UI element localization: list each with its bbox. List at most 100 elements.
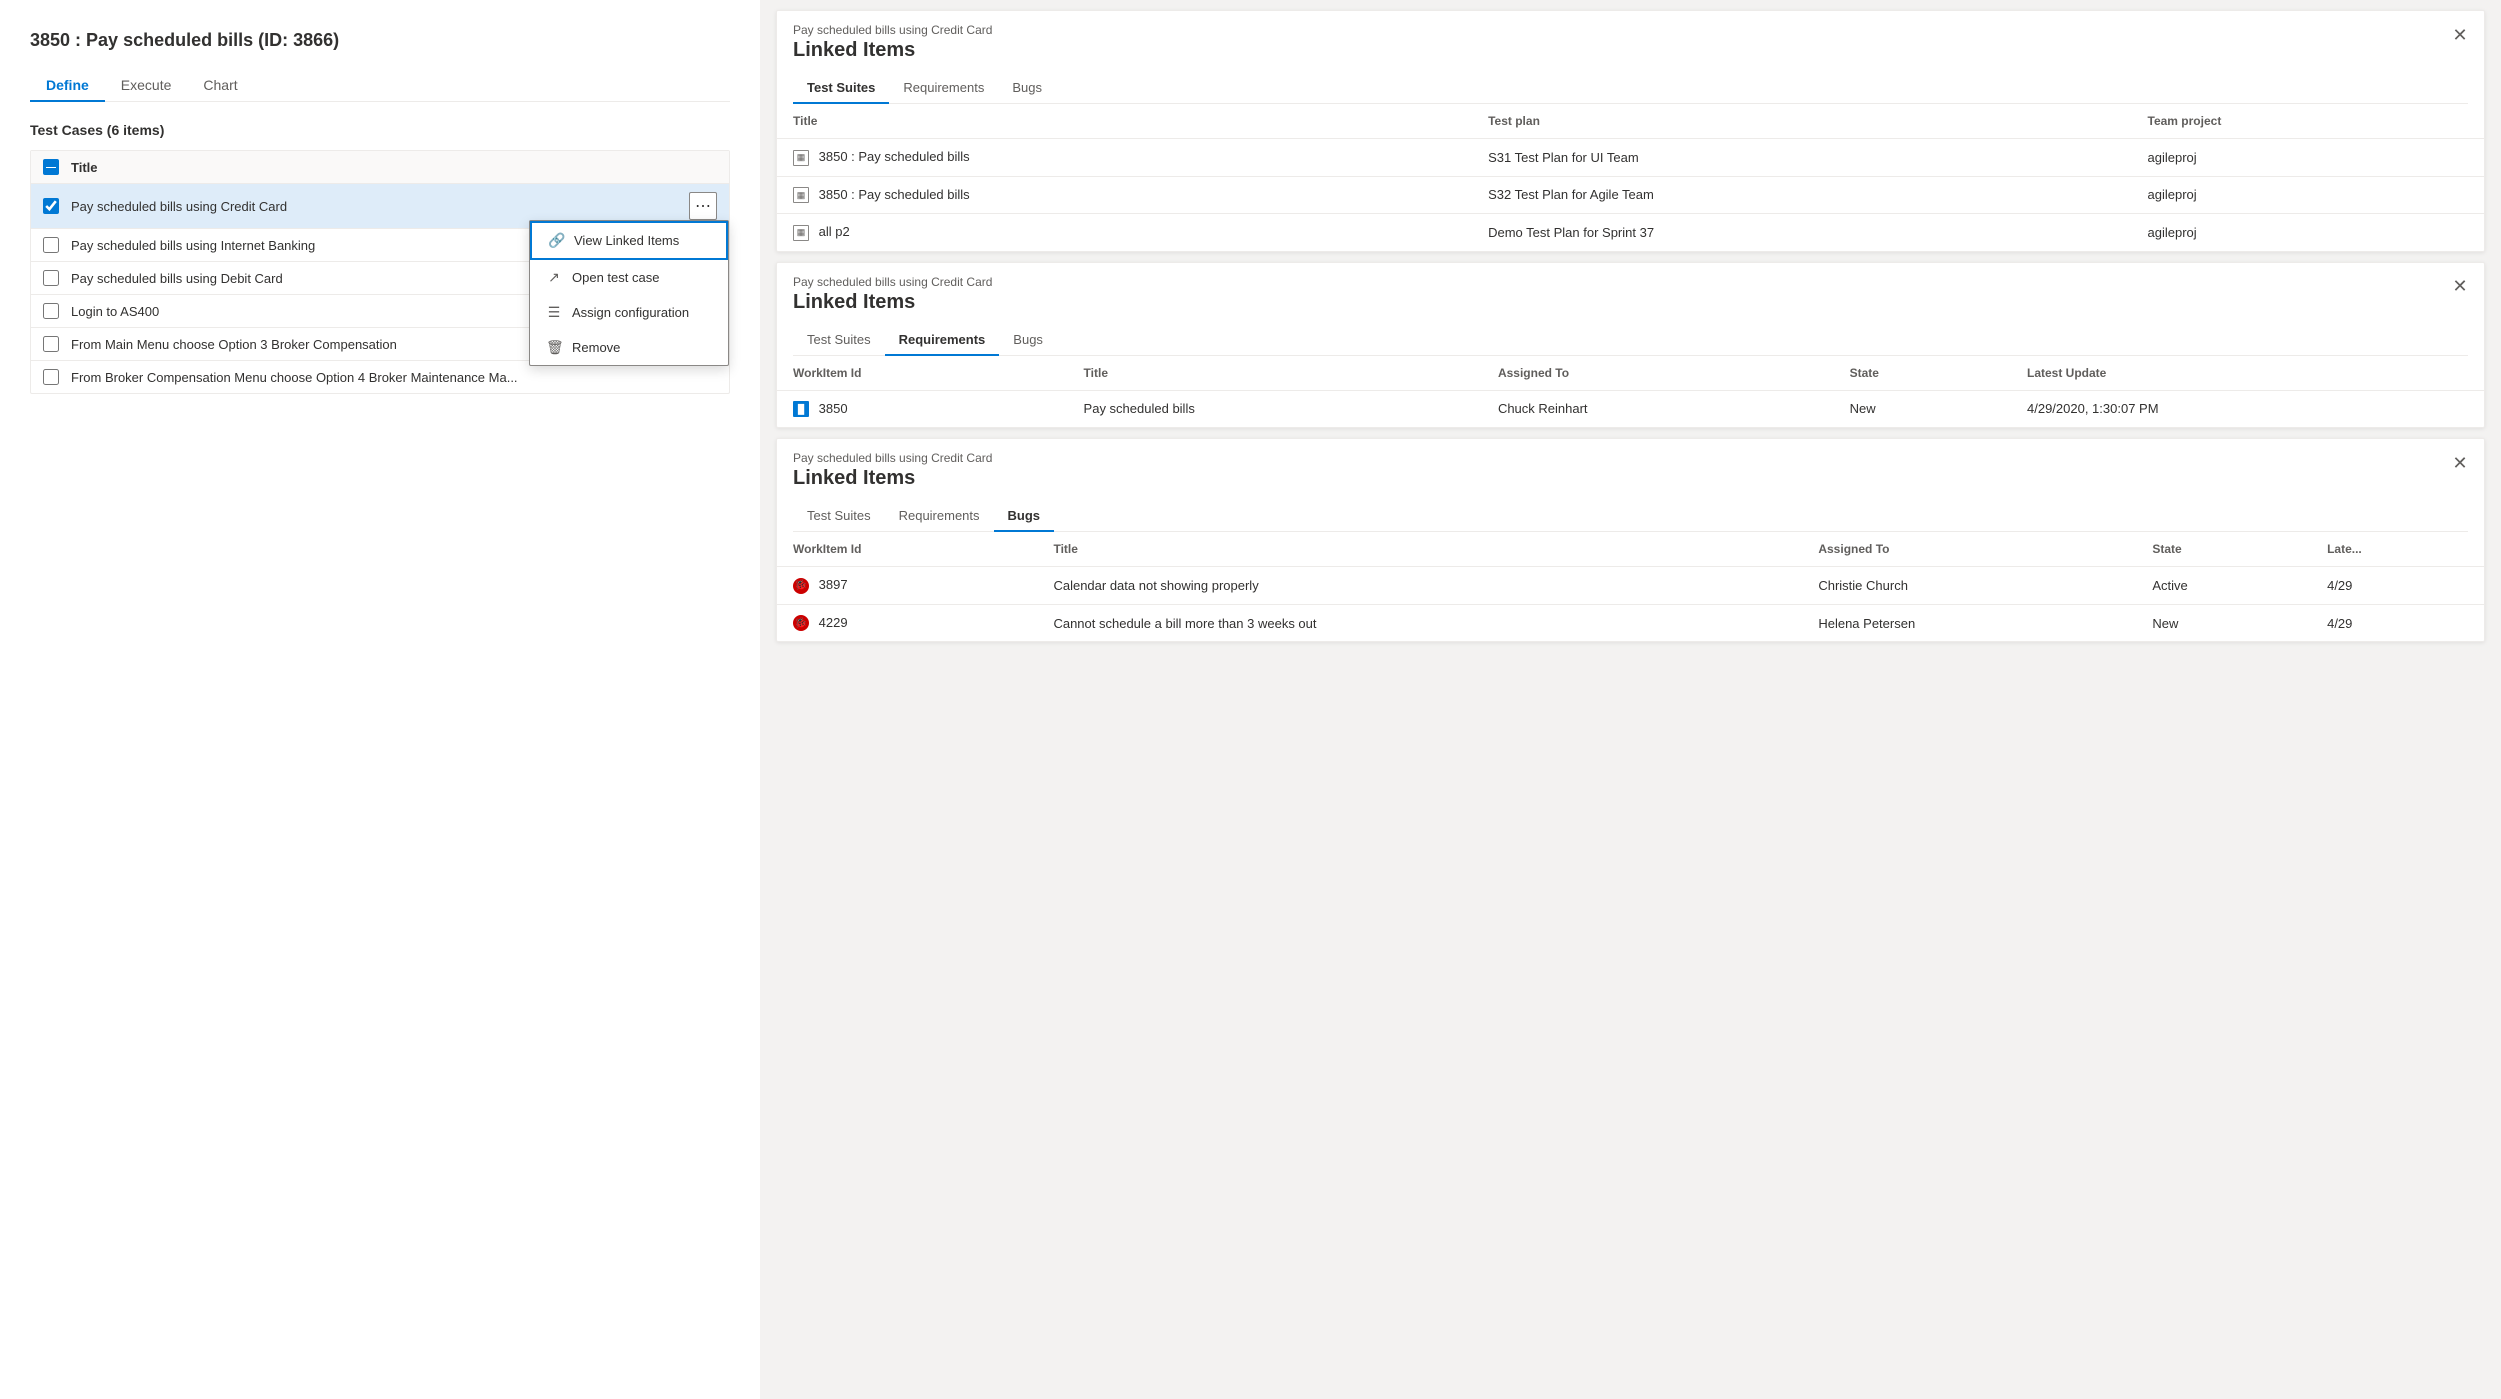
cell-assignedto: Helena Petersen: [1802, 604, 2136, 641]
tc-checkbox-5[interactable]: [43, 336, 59, 352]
panel-2-tab-test-suites[interactable]: Test Suites: [793, 324, 885, 355]
cell-teamproject: agileproj: [2132, 176, 2484, 214]
panel-2-table: WorkItem Id Title Assigned To State Late…: [777, 356, 2484, 428]
panel-3-subtitle: Pay scheduled bills using Credit Card: [793, 451, 2468, 465]
linked-panel-3: Pay scheduled bills using Credit Card Li…: [776, 438, 2485, 642]
panel-2-col-title: Title: [1068, 356, 1482, 391]
section-title: Test Cases (6 items): [30, 122, 730, 138]
remove-icon: 🗑: [546, 339, 562, 356]
panel-3-tab-test-suites[interactable]: Test Suites: [793, 500, 885, 531]
table-row: ▦ all p2 Demo Test Plan for Sprint 37 ag…: [777, 214, 2484, 251]
link-icon: 🔗: [548, 232, 564, 249]
left-panel: 3850 : Pay scheduled bills (ID: 3866) De…: [0, 0, 760, 1399]
cell-testplan: Demo Test Plan for Sprint 37: [1472, 214, 2131, 251]
bug-icon: 🐞: [793, 578, 809, 594]
tc-more-button-1[interactable]: ⋯: [689, 192, 717, 220]
context-menu-view-linked-label: View Linked Items: [574, 233, 679, 248]
table-row: ▦ 3850 : Pay scheduled bills S32 Test Pl…: [777, 176, 2484, 214]
cell-teamproject: agileproj: [2132, 139, 2484, 177]
context-menu-open-test[interactable]: ↗ Open test case: [530, 260, 728, 295]
right-panels: Pay scheduled bills using Credit Card Li…: [760, 0, 2501, 1399]
suite-icon: ▦: [793, 187, 809, 203]
panel-2-col-state: State: [1834, 356, 2011, 391]
context-menu-assign-config[interactable]: ☰ Assign configuration: [530, 295, 728, 330]
panel-1-col-testplan: Test plan: [1472, 104, 2131, 139]
cell-teamproject: agileproj: [2132, 214, 2484, 251]
panel-3-body: WorkItem Id Title Assigned To State Late…: [777, 532, 2484, 641]
context-menu-remove[interactable]: 🗑 Remove: [530, 330, 728, 365]
panel-3-title: Linked Items: [793, 467, 2468, 490]
tc-checkbox-1[interactable]: [43, 198, 59, 214]
panel-3-close[interactable]: ✕: [2446, 449, 2474, 477]
context-menu: 🔗 View Linked Items ↗ Open test case ☰ A…: [529, 220, 729, 366]
panel-3-tabs: Test Suites Requirements Bugs: [793, 500, 2468, 532]
panel-3-tab-bugs[interactable]: Bugs: [994, 500, 1055, 531]
tab-bar: Define Execute Chart: [30, 69, 730, 102]
panel-1-tab-requirements[interactable]: Requirements: [889, 72, 998, 103]
panel-1-body: Title Test plan Team project ▦ 3850 : Pa…: [777, 104, 2484, 251]
cell-assignedto: Christie Church: [1802, 567, 2136, 605]
tc-checkbox-4[interactable]: [43, 303, 59, 319]
panel-1-header: Pay scheduled bills using Credit Card Li…: [777, 11, 2484, 104]
linked-panel-2: Pay scheduled bills using Credit Card Li…: [776, 262, 2485, 429]
panel-2-body: WorkItem Id Title Assigned To State Late…: [777, 356, 2484, 428]
cell-testplan: S31 Test Plan for UI Team: [1472, 139, 2131, 177]
cell-late: 4/29: [2311, 604, 2484, 641]
panel-3-col-assignedto: Assigned To: [1802, 532, 2136, 567]
cell-late: 4/29: [2311, 567, 2484, 605]
tc-checkbox-6[interactable]: [43, 369, 59, 385]
panel-1-table: Title Test plan Team project ▦ 3850 : Pa…: [777, 104, 2484, 251]
table-row: 🐞 4229 Cannot schedule a bill more than …: [777, 604, 2484, 641]
panel-3-col-title: Title: [1037, 532, 1802, 567]
panel-2-tab-bugs[interactable]: Bugs: [999, 324, 1057, 355]
panel-2-close[interactable]: ✕: [2446, 273, 2474, 301]
cell-assignedto: Chuck Reinhart: [1482, 390, 1834, 427]
panel-2-header: Pay scheduled bills using Credit Card Li…: [777, 263, 2484, 356]
cell-testplan: S32 Test Plan for Agile Team: [1472, 176, 2131, 214]
panel-2-tab-requirements[interactable]: Requirements: [885, 324, 1000, 355]
cell-workitemid: 🐞 3897: [777, 567, 1037, 605]
panel-2-col-latestupdate: Latest Update: [2011, 356, 2484, 391]
tc-column-header: Title: [71, 160, 98, 175]
tab-define[interactable]: Define: [30, 69, 105, 101]
tab-execute[interactable]: Execute: [105, 69, 188, 101]
panel-1-tab-bugs[interactable]: Bugs: [998, 72, 1056, 103]
panel-2-col-workitemid: WorkItem Id: [777, 356, 1068, 391]
context-menu-view-linked[interactable]: 🔗 View Linked Items: [530, 221, 728, 260]
cell-title: ▦ 3850 : Pay scheduled bills: [777, 139, 1472, 177]
context-menu-open-test-label: Open test case: [572, 270, 659, 285]
panel-2-subtitle: Pay scheduled bills using Credit Card: [793, 275, 2468, 289]
tc-checkbox-2[interactable]: [43, 237, 59, 253]
cell-title: ▦ 3850 : Pay scheduled bills: [777, 176, 1472, 214]
tc-row-1[interactable]: Pay scheduled bills using Credit Card ⋯ …: [31, 184, 729, 229]
panel-1-tab-test-suites[interactable]: Test Suites: [793, 72, 889, 103]
cell-title: Calendar data not showing properly: [1037, 567, 1802, 605]
panel-3-col-workitemid: WorkItem Id: [777, 532, 1037, 567]
context-menu-remove-label: Remove: [572, 340, 620, 355]
table-row: 🐞 3897 Calendar data not showing properl…: [777, 567, 2484, 605]
test-cases-table: Title Pay scheduled bills using Credit C…: [30, 150, 730, 394]
panel-2-title: Linked Items: [793, 291, 2468, 314]
panel-3-table: WorkItem Id Title Assigned To State Late…: [777, 532, 2484, 641]
cell-latestupdate: 4/29/2020, 1:30:07 PM: [2011, 390, 2484, 427]
cell-state: New: [2136, 604, 2311, 641]
select-all-checkbox[interactable]: [43, 159, 59, 175]
cell-state: Active: [2136, 567, 2311, 605]
cell-workitemid: 🐞 4229: [777, 604, 1037, 641]
tab-chart[interactable]: Chart: [187, 69, 253, 101]
panel-1-close[interactable]: ✕: [2446, 21, 2474, 49]
bug-icon: 🐞: [793, 615, 809, 631]
panel-3-tab-requirements[interactable]: Requirements: [885, 500, 994, 531]
tc-header-row: Title: [31, 151, 729, 184]
open-test-icon: ↗: [546, 269, 562, 286]
suite-icon: ▦: [793, 225, 809, 241]
panel-3-col-state: State: [2136, 532, 2311, 567]
cell-title: ▦ all p2: [777, 214, 1472, 251]
panel-1-col-title: Title: [777, 104, 1472, 139]
table-row: ▐▌ 3850 Pay scheduled bills Chuck Reinha…: [777, 390, 2484, 427]
panel-1-subtitle: Pay scheduled bills using Credit Card: [793, 23, 2468, 37]
context-menu-assign-config-label: Assign configuration: [572, 305, 689, 320]
tc-label-6: From Broker Compensation Menu choose Opt…: [71, 370, 717, 385]
tc-checkbox-3[interactable]: [43, 270, 59, 286]
cell-title: Cannot schedule a bill more than 3 weeks…: [1037, 604, 1802, 641]
